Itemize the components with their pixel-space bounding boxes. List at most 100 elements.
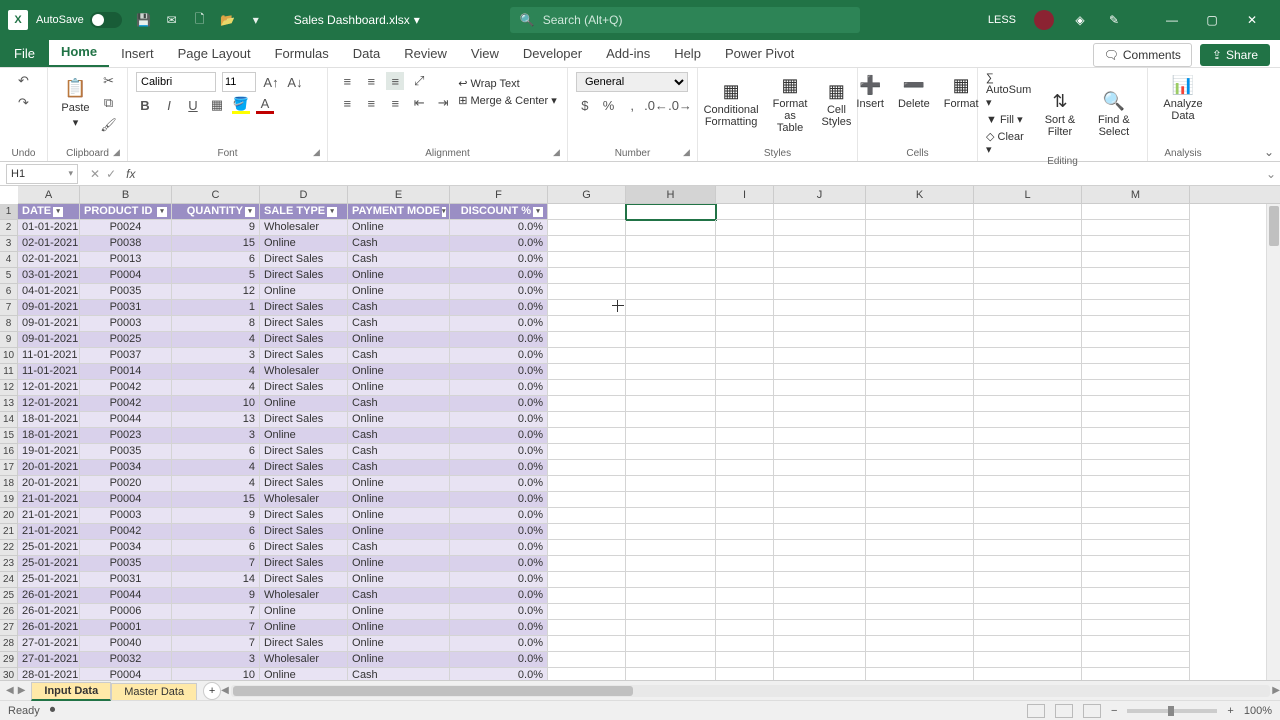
vertical-scrollbar-thumb[interactable] <box>1269 206 1279 246</box>
cell[interactable] <box>716 588 774 604</box>
cell[interactable] <box>866 252 974 268</box>
cell[interactable]: 0.0% <box>450 412 548 428</box>
cell[interactable]: Direct Sales <box>260 556 348 572</box>
cell[interactable] <box>866 636 974 652</box>
cell[interactable] <box>866 588 974 604</box>
cell[interactable]: Cash <box>348 236 450 252</box>
cell[interactable] <box>774 268 866 284</box>
cell[interactable]: P0035 <box>80 556 172 572</box>
cell[interactable] <box>716 572 774 588</box>
cell[interactable] <box>626 572 716 588</box>
cell[interactable] <box>974 620 1082 636</box>
cell[interactable] <box>548 476 626 492</box>
cell[interactable] <box>866 476 974 492</box>
zoom-in-button[interactable]: + <box>1227 705 1233 717</box>
row-header[interactable]: 20 <box>0 508 17 524</box>
maximize-button[interactable]: ▢ <box>1192 5 1232 35</box>
cell[interactable] <box>548 220 626 236</box>
cell[interactable]: P0014 <box>80 364 172 380</box>
cell[interactable]: PAYMENT MODE▾ <box>348 204 450 220</box>
cell[interactable] <box>1082 284 1190 300</box>
column-header-M[interactable]: M <box>1082 186 1190 203</box>
cell[interactable]: Direct Sales <box>260 348 348 364</box>
cell[interactable]: 0.0% <box>450 348 548 364</box>
undo-button[interactable]: ↶ <box>15 72 33 90</box>
cell[interactable]: Online <box>348 620 450 636</box>
row-header[interactable]: 30 <box>0 668 17 680</box>
cell[interactable] <box>866 300 974 316</box>
cell[interactable]: P0020 <box>80 476 172 492</box>
cell[interactable]: 21-01-2021 <box>18 508 80 524</box>
cell[interactable]: 03-01-2021 <box>18 268 80 284</box>
cell[interactable] <box>1082 508 1190 524</box>
cell[interactable] <box>774 204 866 220</box>
cell[interactable]: P0004 <box>80 668 172 680</box>
cell[interactable]: 6 <box>172 540 260 556</box>
row-header[interactable]: 28 <box>0 636 17 652</box>
cell[interactable] <box>1082 476 1190 492</box>
cell[interactable]: P0001 <box>80 620 172 636</box>
tab-view[interactable]: View <box>459 40 511 67</box>
expand-formula-bar-icon[interactable]: ⌄ <box>1262 167 1280 181</box>
tab-developer[interactable]: Developer <box>511 40 594 67</box>
cell[interactable]: P0037 <box>80 348 172 364</box>
row-header[interactable]: 11 <box>0 364 17 380</box>
cell[interactable] <box>548 588 626 604</box>
fill-button[interactable]: ▼ Fill ▾ <box>986 113 1031 126</box>
cell[interactable] <box>866 652 974 668</box>
cell[interactable]: Direct Sales <box>260 524 348 540</box>
cell[interactable] <box>1082 572 1190 588</box>
cell[interactable]: Online <box>260 604 348 620</box>
cell[interactable] <box>774 412 866 428</box>
cell[interactable]: 12 <box>172 284 260 300</box>
row-header[interactable]: 25 <box>0 588 17 604</box>
wrap-text-button[interactable]: ↩ Wrap Text <box>458 77 557 90</box>
cell[interactable]: 3 <box>172 652 260 668</box>
cell[interactable]: Cash <box>348 428 450 444</box>
cell[interactable] <box>1082 268 1190 284</box>
cell[interactable] <box>774 332 866 348</box>
cell[interactable]: 28-01-2021 <box>18 668 80 680</box>
normal-view-button[interactable] <box>1027 704 1045 718</box>
align-middle-icon[interactable]: ≡ <box>362 72 380 90</box>
cell[interactable]: 25-01-2021 <box>18 540 80 556</box>
cell[interactable] <box>774 572 866 588</box>
format-cells-button[interactable]: ▦Format <box>940 72 983 112</box>
cell[interactable]: 6 <box>172 252 260 268</box>
cell[interactable] <box>716 332 774 348</box>
cell[interactable]: 26-01-2021 <box>18 620 80 636</box>
cell[interactable] <box>974 572 1082 588</box>
copy-icon[interactable]: ⧉ <box>100 94 118 112</box>
cell[interactable]: Direct Sales <box>260 412 348 428</box>
cell[interactable] <box>774 620 866 636</box>
cell[interactable] <box>548 508 626 524</box>
cell[interactable] <box>1082 492 1190 508</box>
cell[interactable]: 1 <box>172 300 260 316</box>
cell[interactable]: PRODUCT ID▾ <box>80 204 172 220</box>
horizontal-scrollbar[interactable]: ◀ ▶ <box>231 685 1270 697</box>
cell[interactable]: P0035 <box>80 444 172 460</box>
underline-button[interactable]: U <box>184 96 202 114</box>
cell[interactable]: 9 <box>172 588 260 604</box>
cell[interactable]: 4 <box>172 332 260 348</box>
row-header[interactable]: 24 <box>0 572 17 588</box>
cell[interactable]: P0044 <box>80 412 172 428</box>
row-header[interactable]: 17 <box>0 460 17 476</box>
cell[interactable]: Online <box>348 492 450 508</box>
tab-page-layout[interactable]: Page Layout <box>166 40 263 67</box>
cell[interactable]: 7 <box>172 604 260 620</box>
cell[interactable]: Online <box>348 572 450 588</box>
cell[interactable]: 09-01-2021 <box>18 332 80 348</box>
align-right-icon[interactable]: ≡ <box>386 94 404 112</box>
hscroll-left-icon[interactable]: ◀ <box>217 685 233 696</box>
cell[interactable]: Online <box>260 396 348 412</box>
cell[interactable] <box>774 604 866 620</box>
cell[interactable] <box>1082 300 1190 316</box>
cell[interactable] <box>548 428 626 444</box>
cell[interactable]: Direct Sales <box>260 252 348 268</box>
cell[interactable] <box>716 396 774 412</box>
cell[interactable]: Wholesaler <box>260 492 348 508</box>
cell[interactable] <box>974 412 1082 428</box>
sheet-tab-input-data[interactable]: Input Data <box>31 682 111 701</box>
cell[interactable] <box>626 604 716 620</box>
